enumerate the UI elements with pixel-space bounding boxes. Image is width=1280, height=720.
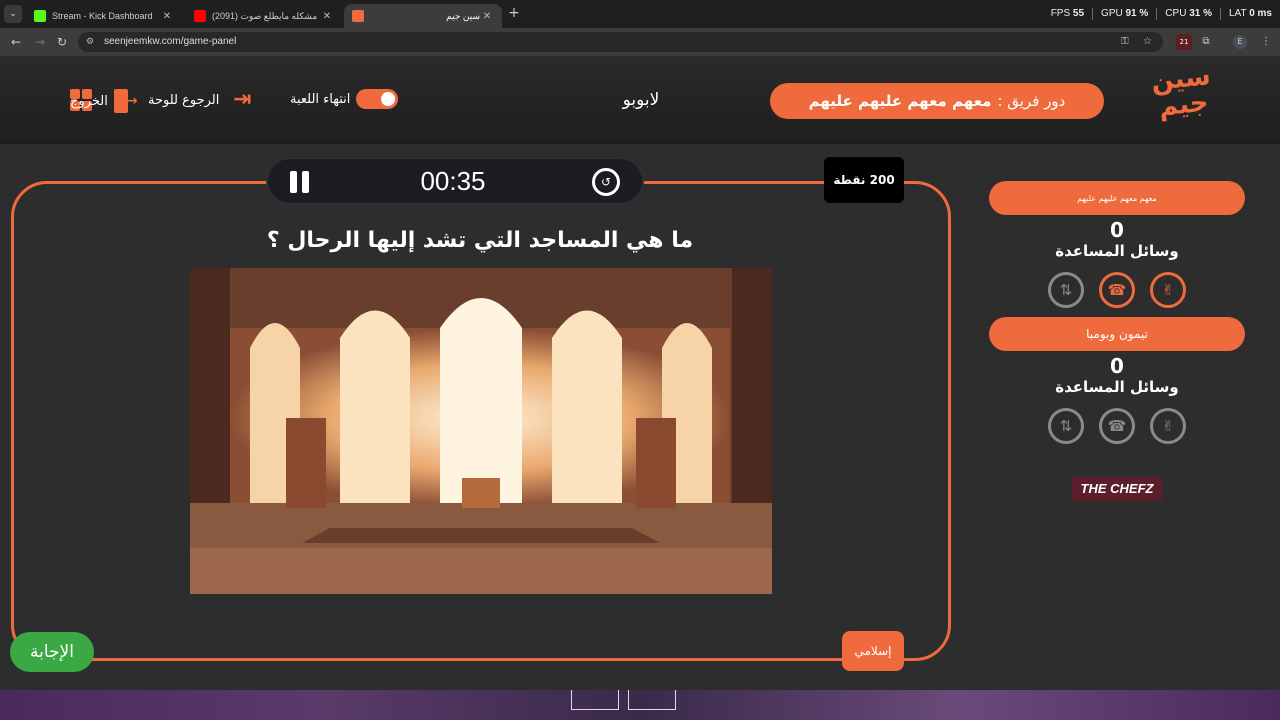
show-answer-button[interactable]: الإجابة [10, 632, 94, 672]
close-tab-icon[interactable]: ✕ [160, 11, 174, 22]
close-tab-icon[interactable]: ✕ [320, 11, 334, 22]
team-1-score: 0 [1110, 218, 1124, 242]
question-timer: 00:35 ↺ [266, 157, 644, 205]
restart-timer-icon[interactable]: ↺ [592, 168, 620, 196]
phone-icon[interactable]: ☎ [1099, 272, 1135, 308]
profile-avatar[interactable]: E [1233, 35, 1247, 49]
peace-hand-icon[interactable]: ✌ [1150, 408, 1186, 444]
overlay-box [571, 690, 619, 710]
extensions-puzzle-icon[interactable]: ⧉ [1198, 34, 1214, 50]
back-arrow-icon[interactable]: ← [8, 34, 24, 50]
reload-icon[interactable]: ↻ [54, 34, 70, 50]
address-bar[interactable]: ⚙ seenjeemkw.com/game-panel ⚿ ☆ [78, 32, 1163, 52]
browser-toolbar: ← → ↻ ⚙ seenjeemkw.com/game-panel ⚿ ☆ 21… [0, 28, 1280, 56]
team-2-score: 0 [1110, 354, 1124, 378]
team-turn-indicator: دور فريق : معهم معهم عليهم عليهم [770, 83, 1104, 119]
performance-overlay: FPS 55 GPU 91 % CPU 31 % LAT 0 ms [1050, 8, 1272, 20]
question-text: ما هي المساجد التي تشد إليها الرحال ؟ [266, 228, 694, 253]
game-main: 00:35 ↺ 200 نقطة ما هي المساجد التي تشد … [0, 144, 1280, 690]
end-game-toggle[interactable] [356, 89, 399, 109]
category-badge: إسلامي [842, 631, 904, 671]
extension-badge-icon[interactable]: 21 [1176, 34, 1192, 50]
tab-search-button[interactable]: ⌄ [4, 5, 22, 23]
tab-youtube[interactable]: (2091) حل مشكله مايطلع صوت ✕ [186, 4, 342, 28]
pause-icon[interactable] [290, 171, 310, 193]
site-info-icon[interactable]: ⚙ [86, 36, 98, 48]
mosque-arches-illustration [190, 268, 772, 594]
tab-seen-jeem[interactable]: سين جيم ✕ [344, 4, 502, 28]
arrow-right-icon: ⇥ [232, 87, 252, 112]
phone-icon[interactable]: ☎ [1099, 408, 1135, 444]
game-name: لابوبو [622, 90, 660, 110]
bookmark-star-icon[interactable]: ☆ [1143, 36, 1152, 47]
exit-door-icon: → [113, 89, 138, 113]
game-header: سين جيم دور فريق : معهم معهم عليهم عليهم… [0, 56, 1280, 144]
forward-arrow-icon[interactable]: → [32, 34, 48, 50]
close-tab-icon[interactable]: ✕ [480, 11, 494, 22]
team-2-name: تيمون وبومبا [989, 317, 1245, 351]
team-1-name: معهم معهم عليهم عليهم [989, 181, 1245, 215]
browser-tab-bar: ⌄ Stream - Kick Dashboard ✕ (2091) حل مش… [0, 0, 1280, 28]
overlay-box [628, 690, 676, 710]
end-game-action[interactable]: انتهاء اللعبة [290, 89, 399, 109]
question-points: 200 نقطة [824, 157, 904, 203]
back-to-board-button[interactable]: ⇥ الرجوع للوحة [148, 89, 251, 111]
sponsor-logo: THE CHEFZ [1072, 477, 1162, 501]
seenjeem-logo: سين جيم [1149, 61, 1213, 123]
youtube-favicon-icon [194, 10, 206, 22]
team-1-aids-label: وسائل المساعدة [1055, 242, 1179, 260]
browser-menu-icon[interactable]: ⋮ [1258, 34, 1274, 50]
seenjeem-favicon-icon [352, 10, 364, 22]
tab-kick-dashboard[interactable]: Stream - Kick Dashboard ✕ [26, 4, 182, 28]
password-key-icon[interactable]: ⚿ [1121, 36, 1129, 47]
question-image [190, 268, 772, 594]
new-tab-icon[interactable]: + [506, 5, 522, 21]
peace-hand-icon[interactable]: ✌ [1150, 272, 1186, 308]
exit-action[interactable]: → الخروج [70, 89, 138, 113]
swap-icon[interactable]: ⇅ [1048, 272, 1084, 308]
swap-icon[interactable]: ⇅ [1048, 408, 1084, 444]
timer-display: 00:35 [420, 166, 486, 196]
kick-favicon-icon [34, 10, 46, 22]
team-2-aids-label: وسائل المساعدة [1055, 378, 1179, 396]
